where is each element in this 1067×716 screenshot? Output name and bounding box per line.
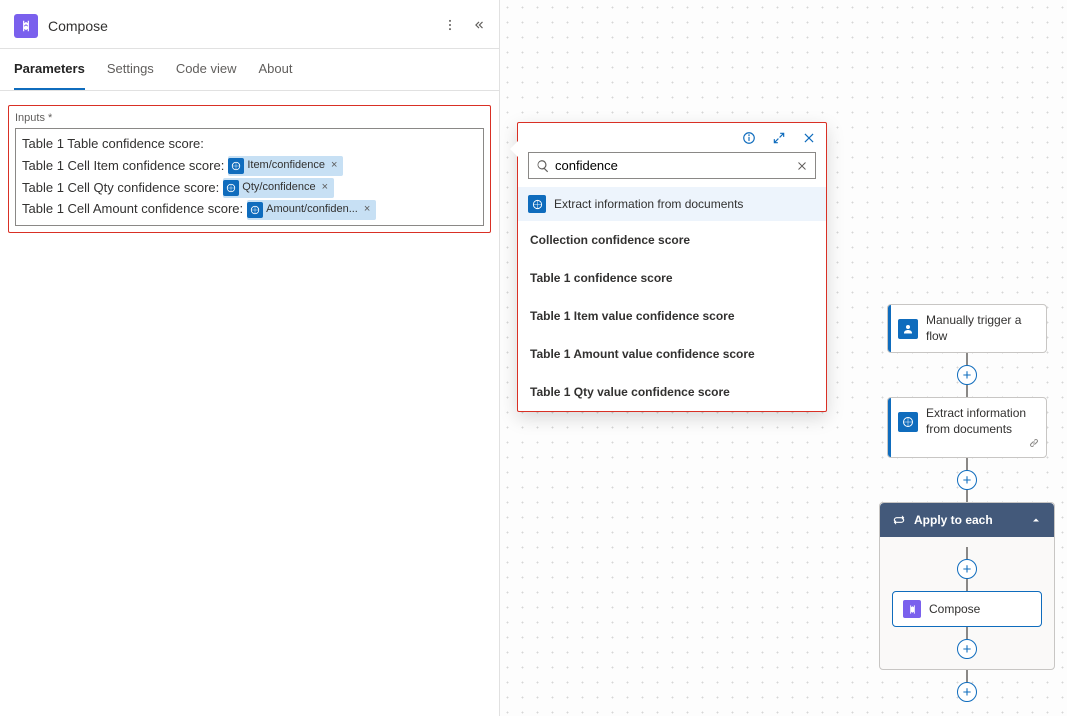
tab-settings[interactable]: Settings — [107, 49, 154, 90]
info-icon[interactable] — [742, 131, 756, 148]
dynamic-item[interactable]: Table 1 Item value confidence score — [518, 297, 826, 335]
node-compose[interactable]: Compose — [892, 591, 1042, 627]
collapse-icon[interactable] — [471, 18, 485, 35]
token-remove-icon[interactable]: × — [328, 157, 340, 175]
tab-about[interactable]: About — [259, 49, 293, 90]
extract-icon — [528, 195, 546, 213]
add-action-button[interactable]: + — [957, 470, 977, 490]
dynamic-icon — [247, 202, 263, 218]
token-label: Amount/confiden... — [266, 201, 358, 219]
compose-icon — [903, 600, 921, 618]
dynamic-icon — [228, 158, 244, 174]
token-label: Qty/confidence — [242, 179, 315, 197]
add-action-button[interactable]: + — [957, 682, 977, 702]
dynamic-icon — [223, 180, 239, 196]
node-extract[interactable]: Extract information from documents — [887, 397, 1047, 458]
search-input[interactable] — [528, 152, 816, 179]
inputs-textbox[interactable]: Table 1 Table confidence score: Table 1 … — [15, 128, 484, 226]
token-remove-icon[interactable]: × — [319, 179, 331, 197]
expand-icon[interactable] — [772, 131, 786, 148]
add-action-button[interactable]: + — [957, 639, 977, 659]
dynamic-content-popup: Extract information from documents Colle… — [517, 122, 827, 412]
extract-node-icon — [898, 412, 918, 432]
trigger-icon — [898, 319, 918, 339]
chevron-up-icon[interactable] — [1030, 514, 1042, 526]
node-apply-to-each[interactable]: Apply to each + Compose + — [879, 502, 1055, 670]
loop-icon — [892, 513, 906, 527]
node-label: Manually trigger a flow — [926, 313, 1036, 344]
token-label: Item/confidence — [247, 157, 325, 175]
tabs: Parameters Settings Code view About — [0, 49, 499, 91]
node-label: Compose — [929, 602, 980, 616]
inputs-area: Inputs * Table 1 Table confidence score:… — [8, 105, 491, 233]
panel-title: Compose — [48, 18, 433, 34]
node-label: Extract information from documents — [926, 406, 1036, 437]
clear-search-icon[interactable] — [796, 160, 808, 172]
search-icon — [536, 159, 550, 173]
dynamic-item[interactable]: Table 1 Amount value confidence score — [518, 335, 826, 373]
group-label: Extract information from documents — [554, 197, 743, 211]
token-qty[interactable]: Qty/confidence × — [223, 178, 334, 198]
row-text: Table 1 Cell Qty confidence score: — [22, 178, 219, 199]
tab-codeview[interactable]: Code view — [176, 49, 237, 90]
group-header: Extract information from documents — [518, 187, 826, 221]
panel-header: Compose — [0, 0, 499, 49]
close-icon[interactable] — [802, 131, 816, 148]
compose-icon — [14, 14, 38, 38]
dynamic-item[interactable]: Table 1 confidence score — [518, 259, 826, 297]
row-text: Table 1 Table confidence score: — [22, 134, 204, 155]
add-action-button[interactable]: + — [957, 365, 977, 385]
flow-diagram: Manually trigger a flow + Extract inform… — [877, 304, 1057, 702]
tab-parameters[interactable]: Parameters — [14, 49, 85, 90]
node-trigger[interactable]: Manually trigger a flow — [887, 304, 1047, 353]
token-amount[interactable]: Amount/confiden... × — [247, 200, 376, 220]
row-text: Table 1 Cell Item confidence score: — [22, 156, 224, 177]
token-remove-icon[interactable]: × — [361, 201, 373, 219]
row-text: Table 1 Cell Amount confidence score: — [22, 199, 243, 220]
token-item[interactable]: Item/confidence × — [228, 156, 343, 176]
compose-panel: Compose Parameters Settings Code view Ab… — [0, 0, 500, 716]
add-action-button[interactable]: + — [957, 559, 977, 579]
apply-label: Apply to each — [914, 513, 993, 527]
more-icon[interactable] — [443, 18, 457, 35]
dynamic-item[interactable]: Collection confidence score — [518, 221, 826, 259]
popup-tail — [510, 141, 518, 157]
dynamic-item[interactable]: Table 1 Qty value confidence score — [518, 373, 826, 411]
link-icon — [1028, 437, 1040, 454]
inputs-label: Inputs * — [15, 112, 484, 124]
